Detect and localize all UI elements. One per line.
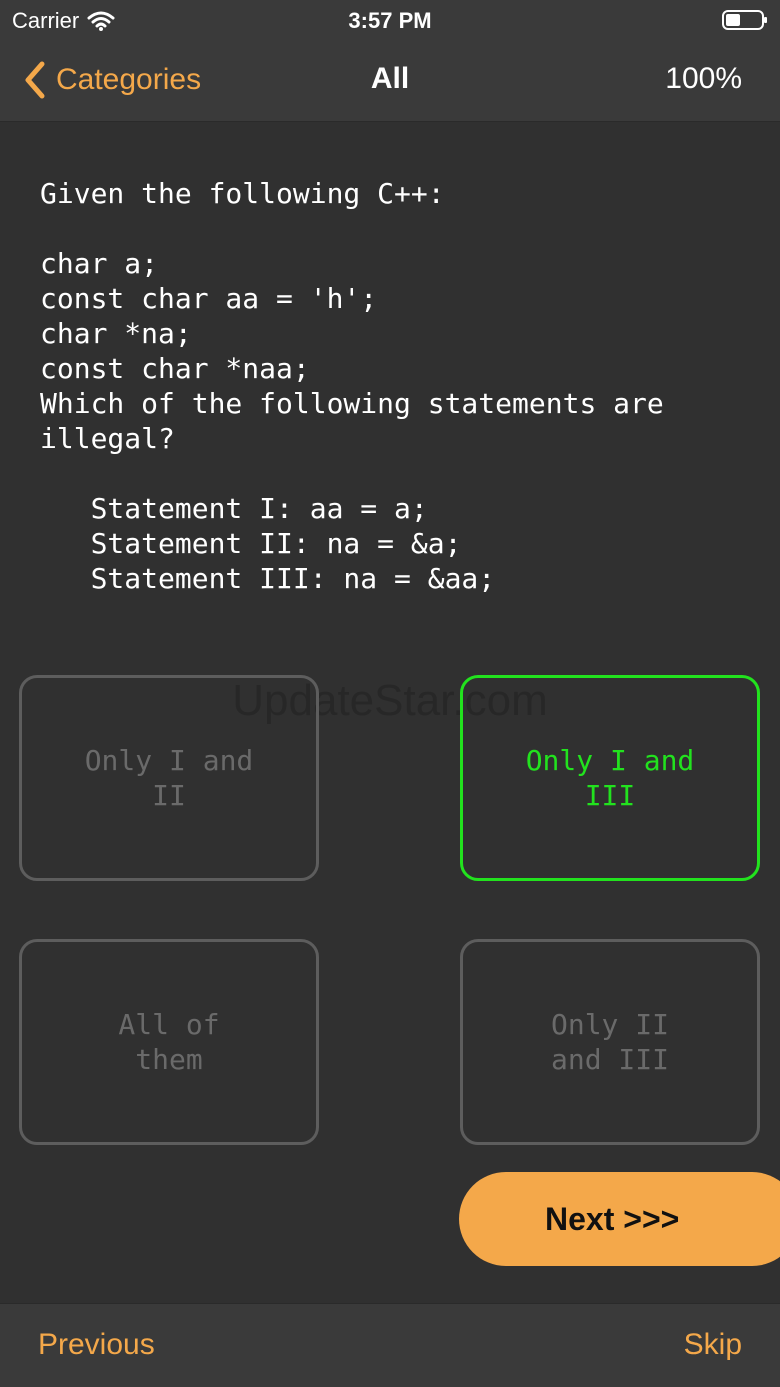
battery-icon [722, 10, 767, 30]
navigation-bar: Categories All 100% [0, 40, 780, 122]
next-button[interactable]: Next >>> [459, 1172, 780, 1266]
answer-option-3[interactable]: All of them [19, 939, 319, 1145]
previous-button[interactable]: Previous [38, 1328, 155, 1362]
answer-option-2[interactable]: Only I and III [460, 675, 760, 881]
answer-option-4[interactable]: Only II and III [460, 939, 760, 1145]
question-text: Given the following C++: char a; const c… [40, 177, 664, 595]
skip-button[interactable]: Skip [684, 1328, 742, 1362]
answer-option-1[interactable]: Only I and II [19, 675, 319, 881]
status-time: 3:57 PM [348, 8, 432, 33]
page-title: All [370, 62, 410, 95]
progress-percent: 100% [665, 62, 742, 95]
bottom-toolbar: Previous Skip [0, 1303, 780, 1387]
status-bar: Carrier 3:57 PM [0, 0, 780, 40]
